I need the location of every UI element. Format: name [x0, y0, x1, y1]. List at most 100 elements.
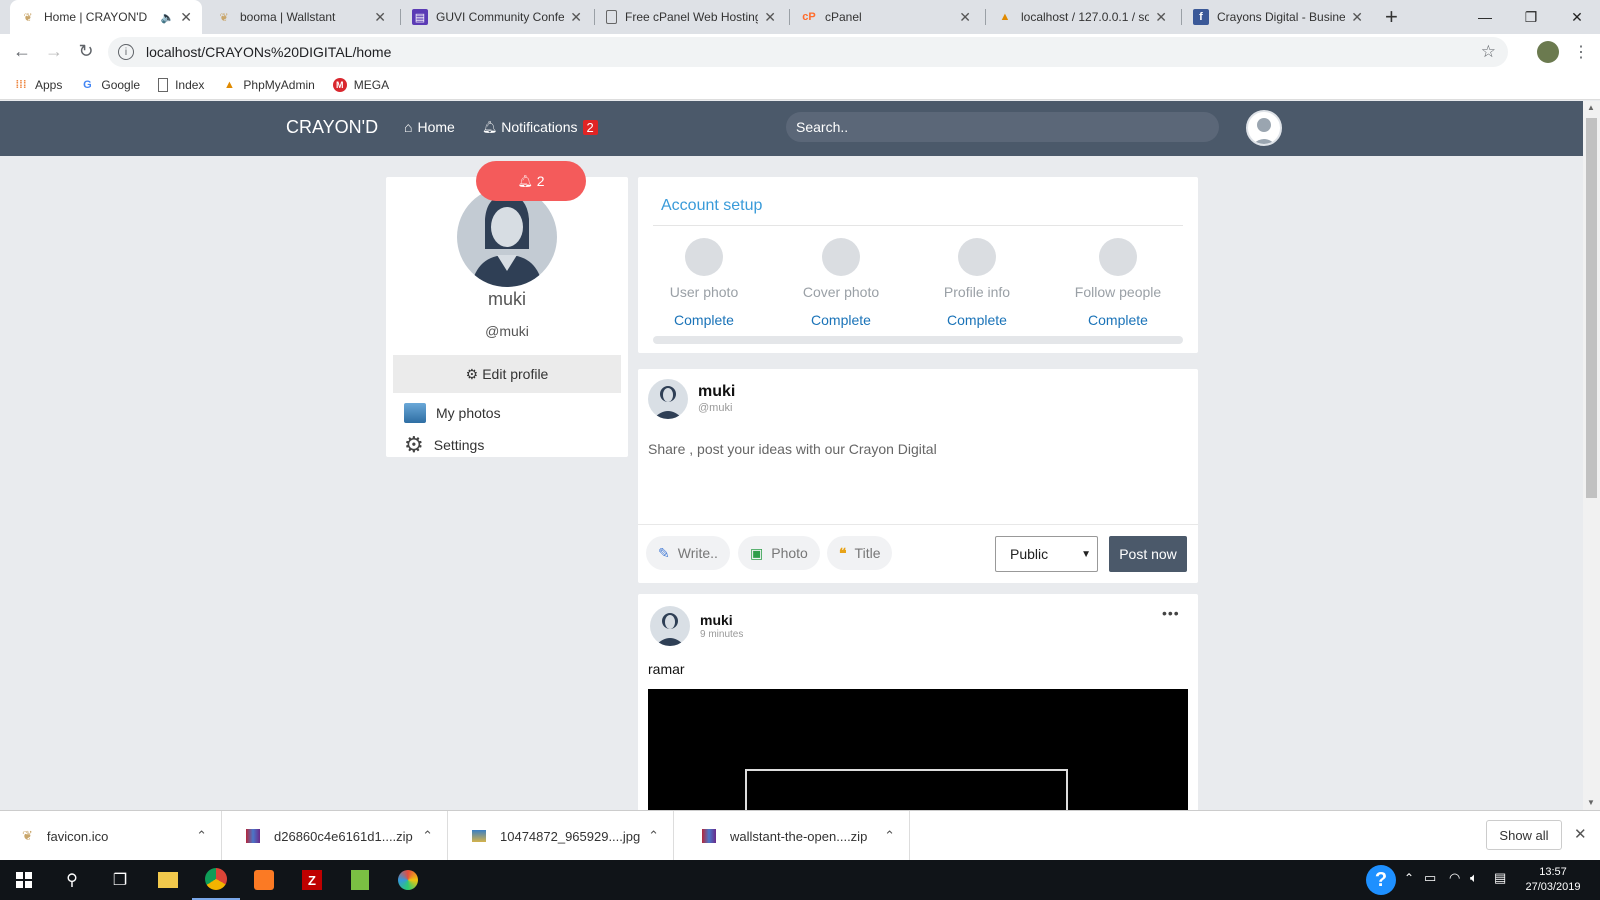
tab-cpanel[interactable]: cP cPanel ✕ [791, 0, 981, 34]
composer-textarea[interactable]: Share , post your ideas with our Crayon … [648, 441, 937, 457]
edit-profile-button[interactable]: ⚙ Edit profile [393, 355, 621, 393]
nav-notifications-label: Notifications [501, 119, 578, 135]
bookmark-phpmyadmin[interactable]: ▲ PhpMyAdmin [222, 78, 315, 92]
file-explorer-icon[interactable] [144, 860, 192, 900]
step-status[interactable]: Complete [932, 312, 1022, 328]
battery-icon[interactable]: ▭ [1424, 870, 1436, 886]
close-downloads-icon[interactable]: ✕ [1574, 825, 1587, 843]
restore-icon[interactable]: ❐ [1508, 0, 1554, 34]
post-image[interactable] [648, 689, 1188, 810]
menu-settings[interactable]: ⚙ Settings [404, 434, 484, 456]
google-icon: G [83, 78, 92, 91]
action-center-icon[interactable]: ▤ [1494, 870, 1506, 886]
volume-icon[interactable]: 🔈︎ [1470, 870, 1478, 886]
address-bar[interactable]: i localhost/CRAYONs%20DIGITAL/home ☆ [108, 37, 1508, 67]
info-icon[interactable]: i [118, 44, 134, 60]
reload-icon[interactable]: ↻ [72, 37, 100, 65]
user-avatar[interactable] [1246, 110, 1282, 146]
profile-avatar[interactable] [457, 187, 557, 287]
download-item[interactable]: ❦ favicon.ico ⌃ [0, 811, 222, 861]
setup-step-profile-info[interactable]: Profile info Complete [932, 238, 1022, 328]
download-item[interactable]: d26860c4e6161d1....zip ⌃ [222, 811, 448, 861]
bookmark-star-icon[interactable]: ☆ [1481, 42, 1496, 62]
bookmark-mega[interactable]: M MEGA [332, 77, 389, 92]
notification-bell-button[interactable]: 🔔︎ 2 [476, 161, 586, 201]
scrollbar-thumb[interactable] [1586, 118, 1597, 498]
step-status[interactable]: Complete [659, 312, 749, 328]
close-tab-icon[interactable]: ✕ [1351, 9, 1363, 26]
tab-booma[interactable]: ❦ booma | Wallstant ✕ [206, 0, 396, 34]
step-status[interactable]: Complete [1073, 312, 1163, 328]
xampp-icon[interactable] [240, 860, 288, 900]
close-tab-icon[interactable]: ✕ [764, 9, 776, 26]
tab-guvi[interactable]: ▤ GUVI Community Confer ✕ [402, 0, 592, 34]
scroll-down-icon[interactable]: ▼ [1587, 798, 1595, 807]
title-button[interactable]: ❝ Title [827, 536, 893, 570]
task-view-icon[interactable]: ❐ [96, 860, 144, 900]
bookmark-label: Apps [35, 77, 63, 92]
setup-step-user-photo[interactable]: User photo Complete [659, 238, 749, 328]
nav-notifications[interactable]: 🔔︎ Notifications 2 [482, 119, 598, 135]
menu-my-photos[interactable]: My photos [404, 403, 501, 423]
favicon-file-icon: ❦ [22, 828, 33, 843]
chrome-icon[interactable] [192, 860, 240, 900]
forward-icon[interactable]: → [40, 37, 68, 65]
download-item[interactable]: wallstant-the-open....zip ⌃ [674, 811, 910, 861]
tab-facebook[interactable]: f Crayons Digital - Busine ✕ [1183, 0, 1373, 34]
chevron-up-icon[interactable]: ⌃ [422, 828, 433, 844]
chevron-up-icon[interactable]: ⌃ [884, 828, 895, 844]
url-text[interactable]: localhost/CRAYONs%20DIGITAL/home [146, 44, 391, 60]
composer-name[interactable]: muki [698, 383, 735, 401]
post-options-icon[interactable]: ••• [1162, 605, 1180, 621]
close-tab-icon[interactable]: ✕ [959, 9, 971, 26]
site-brand[interactable]: CRAYON'D [286, 117, 378, 138]
setup-step-follow-people[interactable]: Follow people Complete [1073, 238, 1163, 328]
bookmark-index[interactable]: Index [158, 77, 204, 92]
download-item[interactable]: 10474872_965929....jpg ⌃ [448, 811, 674, 861]
filezilla-icon[interactable]: Z [288, 860, 336, 900]
scroll-up-icon[interactable]: ▲ [1587, 103, 1595, 112]
close-tab-icon[interactable]: ✕ [374, 9, 386, 26]
close-tab-icon[interactable]: ✕ [180, 9, 192, 26]
notepad-icon[interactable] [336, 860, 384, 900]
browser-profile-avatar[interactable] [1537, 41, 1559, 63]
system-tray-chevron-icon[interactable]: ⌃ [1404, 871, 1414, 885]
minimize-icon[interactable]: — [1462, 0, 1508, 34]
profile-name[interactable]: muki [386, 289, 628, 310]
bookmark-apps[interactable]: ⁞⁞⁞ Apps [14, 77, 63, 92]
post-author-avatar[interactable] [650, 606, 690, 646]
back-icon[interactable]: ← [8, 37, 36, 65]
post-author-name[interactable]: muki [700, 612, 733, 628]
photo-label: Photo [771, 545, 808, 561]
tab-cpanel-hosting[interactable]: Free cPanel Web Hosting ✕ [596, 0, 786, 34]
write-button[interactable]: ✎ Write.. [646, 536, 730, 570]
close-tab-icon[interactable]: ✕ [570, 9, 582, 26]
show-all-button[interactable]: Show all [1486, 820, 1562, 850]
audio-icon[interactable]: 🔈 [161, 11, 175, 24]
setup-step-cover-photo[interactable]: Cover photo Complete [796, 238, 886, 328]
bookmark-google[interactable]: G Google [80, 78, 140, 92]
browser-menu-icon[interactable]: ⋮ [1573, 42, 1589, 62]
composer-avatar[interactable] [648, 379, 688, 419]
page-viewport: CRAYON'D ⌂ Home 🔔︎ Notifications 2 Searc… [0, 101, 1583, 810]
chevron-up-icon[interactable]: ⌃ [648, 828, 659, 844]
help-icon[interactable]: ? [1366, 865, 1396, 895]
search-icon[interactable]: ⚲ [48, 860, 96, 900]
privacy-select[interactable]: Public ▼ [995, 536, 1098, 572]
windows-start-icon[interactable] [0, 860, 48, 900]
nav-home[interactable]: ⌂ Home [404, 119, 455, 135]
wifi-icon[interactable]: ◠ [1449, 870, 1460, 886]
post-time[interactable]: 9 minutes [700, 629, 743, 640]
paint-icon[interactable] [384, 860, 432, 900]
chevron-up-icon[interactable]: ⌃ [196, 828, 207, 844]
tab-phpmyadmin[interactable]: ▲ localhost / 127.0.0.1 / so ✕ [987, 0, 1177, 34]
post-now-button[interactable]: Post now [1109, 536, 1187, 572]
photo-button[interactable]: ▣ Photo [738, 536, 820, 570]
tab-home-crayond[interactable]: ❦ Home | CRAYON'D 🔈 ✕ [10, 0, 202, 34]
search-input[interactable]: Search.. [786, 112, 1219, 142]
step-status[interactable]: Complete [796, 312, 886, 328]
clock[interactable]: 13:57 27/03/2019 [1520, 865, 1586, 895]
window-close-icon[interactable]: ✕ [1554, 0, 1600, 34]
close-tab-icon[interactable]: ✕ [1155, 9, 1167, 26]
new-tab-icon[interactable]: + [1385, 4, 1398, 30]
